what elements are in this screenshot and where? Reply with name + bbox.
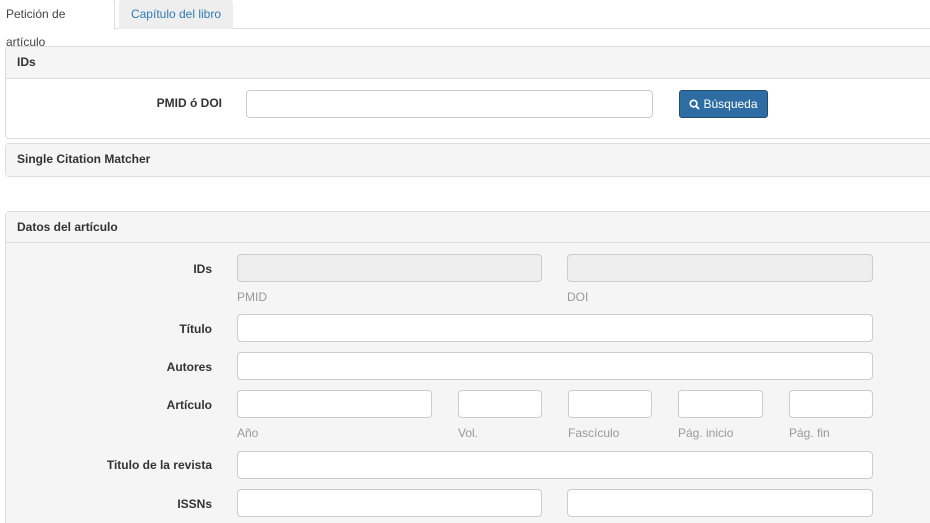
volume-input[interactable] bbox=[458, 390, 542, 418]
page-end-input[interactable] bbox=[789, 390, 873, 418]
page-end-help-text: Pág. fin bbox=[789, 426, 830, 440]
search-button[interactable]: Búsqueda bbox=[679, 90, 768, 118]
tab-book-chapter[interactable]: Capítulo del libro bbox=[119, 0, 233, 29]
doi-readonly-field bbox=[567, 254, 873, 282]
volume-help-text: Vol. bbox=[458, 426, 479, 440]
issns-label: ISSNs bbox=[177, 497, 212, 511]
year-input[interactable] bbox=[237, 390, 432, 418]
pmid-help-text: PMID bbox=[237, 290, 267, 304]
year-help-text: Año bbox=[237, 426, 259, 440]
authors-input[interactable] bbox=[237, 352, 873, 380]
title-label: Título bbox=[179, 322, 212, 336]
article-ids-label: IDs bbox=[193, 262, 212, 276]
page-start-help-text: Pág. inicio bbox=[678, 426, 734, 440]
pmid-readonly-field bbox=[237, 254, 542, 282]
tab-bar: Petición de artículo Capítulo del libro bbox=[0, 0, 930, 49]
journal-title-label: Titulo de la revista bbox=[106, 458, 212, 472]
search-button-label: Búsqueda bbox=[703, 97, 758, 111]
citation-matcher-heading[interactable]: Single Citation Matcher bbox=[6, 144, 930, 176]
article-label: Artículo bbox=[166, 398, 212, 412]
doi-help-text: DOI bbox=[567, 290, 589, 304]
journal-title-input[interactable] bbox=[237, 451, 873, 479]
issue-input[interactable] bbox=[568, 390, 652, 418]
tab-article-request[interactable]: Petición de artículo bbox=[0, 0, 115, 49]
issn-print-input[interactable] bbox=[237, 489, 542, 517]
pmid-doi-input[interactable] bbox=[246, 90, 653, 118]
issue-help-text: Fascículo bbox=[568, 426, 620, 440]
article-data-heading: Datos del artículo bbox=[6, 212, 930, 243]
pmid-doi-label: PMID ó DOI bbox=[156, 96, 222, 110]
issn-electronic-input[interactable] bbox=[567, 489, 873, 517]
citation-matcher-panel[interactable]: Single Citation Matcher bbox=[5, 143, 930, 177]
search-icon bbox=[689, 99, 701, 110]
authors-label: Autores bbox=[166, 360, 212, 374]
title-input[interactable] bbox=[237, 314, 873, 342]
ids-panel-heading: IDs bbox=[6, 47, 930, 79]
page-start-input[interactable] bbox=[678, 390, 763, 418]
